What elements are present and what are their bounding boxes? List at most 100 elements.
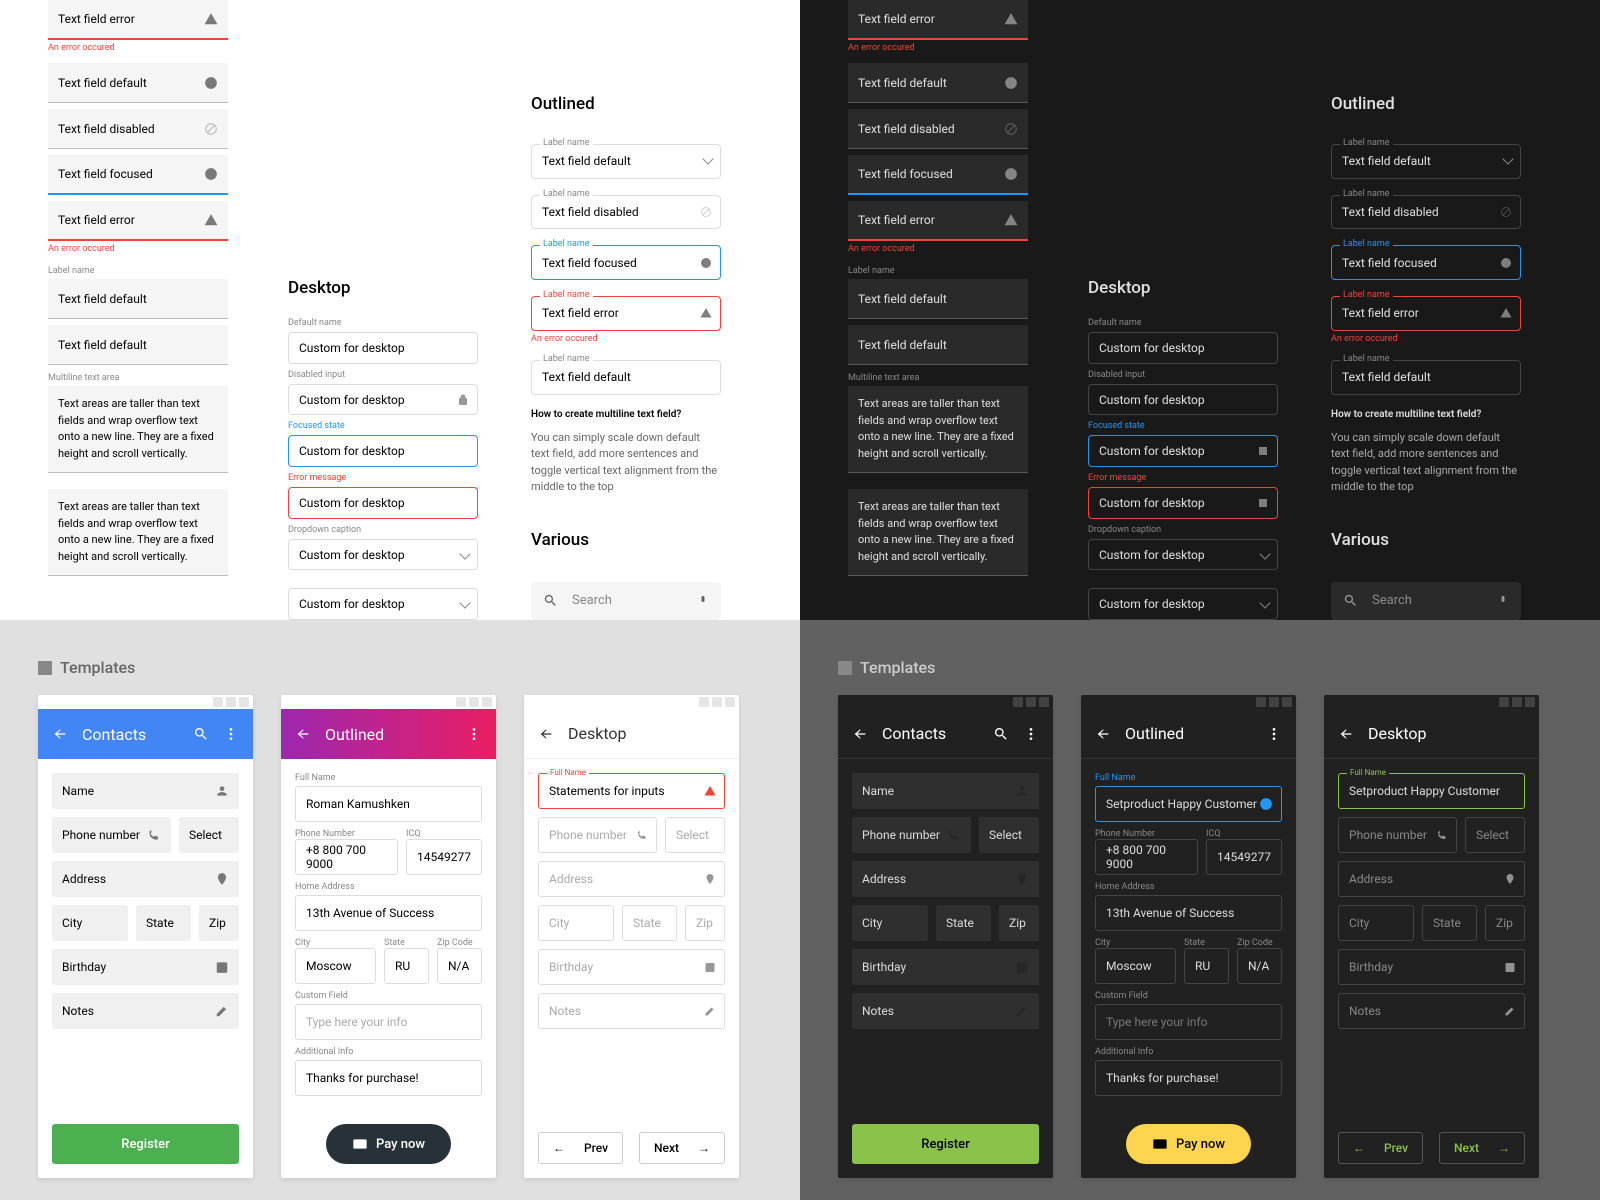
text-field-error[interactable]: Text field error: [48, 201, 228, 241]
desktop-dropdown[interactable]: Custom for desktop: [1088, 539, 1278, 571]
multiline-text-area[interactable]: Text areas are taller than text fields a…: [48, 386, 228, 473]
zip-input[interactable]: Zip: [199, 905, 239, 941]
arrow-back-icon[interactable]: [295, 726, 311, 742]
city-input[interactable]: City: [852, 905, 928, 941]
arrow-back-icon[interactable]: [1095, 726, 1111, 742]
clear-icon[interactable]: [1257, 445, 1269, 457]
text-field-error[interactable]: Text field error: [848, 0, 1028, 40]
paynow-button[interactable]: Pay now: [1126, 1124, 1251, 1164]
text-field-default[interactable]: Text field default: [48, 325, 228, 365]
icq-input[interactable]: 14549277: [1206, 839, 1282, 875]
address-input[interactable]: 13th Avenue of Success: [295, 895, 482, 931]
zip-input[interactable]: N/A: [1237, 948, 1282, 984]
multiline-text-area[interactable]: Text areas are taller than text fields a…: [48, 489, 228, 576]
icq-input[interactable]: 14549277: [406, 839, 482, 875]
more-vert-icon[interactable]: [223, 726, 239, 742]
next-button[interactable]: Next →: [639, 1132, 725, 1164]
city-input[interactable]: City: [538, 905, 614, 941]
outlined-field-default[interactable]: Label nameText field default: [1331, 144, 1521, 179]
outlined-field-focused[interactable]: Label nameText field focused: [1331, 245, 1521, 280]
register-button[interactable]: Register: [852, 1124, 1039, 1164]
clear-icon[interactable]: [700, 257, 712, 269]
multiline-text-area[interactable]: Text areas are taller than text fields a…: [848, 386, 1028, 473]
prev-button[interactable]: ← Prev: [1338, 1132, 1423, 1164]
outlined-field-default[interactable]: Label nameText field default: [531, 360, 721, 395]
clear-icon[interactable]: [204, 167, 218, 181]
city-input[interactable]: Moscow: [295, 948, 376, 984]
register-button[interactable]: Register: [52, 1124, 239, 1164]
desktop-input-focused[interactable]: Custom for desktop: [1088, 435, 1278, 467]
clear-icon[interactable]: [1500, 257, 1512, 269]
paynow-button[interactable]: Pay now: [326, 1124, 451, 1164]
phone-input[interactable]: +8 800 700 9000: [1095, 839, 1198, 875]
outlined-field-error[interactable]: Label nameText field error: [531, 296, 721, 331]
address-input[interactable]: Address: [852, 861, 1039, 897]
birthday-input[interactable]: Birthday: [1338, 949, 1525, 985]
more-vert-icon[interactable]: [1266, 726, 1282, 742]
fullname-input[interactable]: Full NameSetproduct Happy Customer: [1338, 773, 1525, 809]
phone-input[interactable]: Phone number: [852, 817, 971, 853]
address-input[interactable]: Address: [538, 861, 725, 897]
phone-input[interactable]: Phone number: [1338, 817, 1457, 853]
info-input[interactable]: Thanks for purchase!: [1095, 1060, 1282, 1096]
text-field-labeled[interactable]: Text field default: [48, 279, 228, 319]
zip-input[interactable]: Zip: [1485, 905, 1525, 941]
outlined-field-error[interactable]: Label nameText field error: [1331, 296, 1521, 331]
clear-icon[interactable]: [1004, 76, 1018, 90]
text-field-default[interactable]: Text field default: [848, 325, 1028, 365]
name-input[interactable]: Name: [52, 773, 239, 809]
custom-input[interactable]: Type here your info: [1095, 1004, 1282, 1040]
prev-button[interactable]: ← Prev: [538, 1132, 623, 1164]
select-dropdown[interactable]: Select: [1465, 817, 1525, 853]
arrow-back-icon[interactable]: [52, 726, 68, 742]
city-input[interactable]: City: [1338, 905, 1414, 941]
arrow-back-icon[interactable]: [538, 726, 554, 742]
phone-input[interactable]: Phone number: [538, 817, 657, 853]
search-bar[interactable]: Search: [531, 582, 721, 620]
text-field-labeled[interactable]: Text field default: [848, 279, 1028, 319]
fullname-input[interactable]: Roman Kamushken: [295, 786, 482, 822]
notes-input[interactable]: Notes: [852, 993, 1039, 1029]
fullname-input[interactable]: Full NameStatements for inputs: [538, 773, 725, 809]
select-dropdown[interactable]: Select: [979, 817, 1039, 853]
text-field-default[interactable]: Text field default: [848, 63, 1028, 103]
mic-icon[interactable]: [697, 594, 709, 608]
select-dropdown[interactable]: Select: [665, 817, 725, 853]
info-input[interactable]: Thanks for purchase!: [295, 1060, 482, 1096]
custom-input[interactable]: Type here your info: [295, 1004, 482, 1040]
clear-icon[interactable]: [1004, 167, 1018, 181]
desktop-dropdown[interactable]: Custom for desktop: [288, 539, 478, 571]
search-bar[interactable]: Search: [1331, 582, 1521, 620]
more-vert-icon[interactable]: [466, 726, 482, 742]
notes-input[interactable]: Notes: [538, 993, 725, 1029]
multiline-text-area[interactable]: Text areas are taller than text fields a…: [848, 489, 1028, 576]
zip-input[interactable]: Zip: [685, 905, 725, 941]
arrow-back-icon[interactable]: [1338, 726, 1354, 742]
city-input[interactable]: City: [52, 905, 128, 941]
outlined-field-default[interactable]: Label nameText field default: [531, 144, 721, 179]
more-vert-icon[interactable]: [1023, 726, 1039, 742]
arrow-back-icon[interactable]: [852, 726, 868, 742]
desktop-dropdown[interactable]: Custom for desktop: [288, 588, 478, 620]
outlined-field-default[interactable]: Label nameText field default: [1331, 360, 1521, 395]
search-icon[interactable]: [193, 726, 209, 742]
phone-input[interactable]: Phone number: [52, 817, 171, 853]
text-field-error[interactable]: Text field error: [848, 201, 1028, 241]
clear-icon[interactable]: [204, 76, 218, 90]
text-field-focused[interactable]: Text field focused: [848, 155, 1028, 195]
desktop-input-default[interactable]: Custom for desktop: [1088, 332, 1278, 364]
text-field-error[interactable]: Text field error: [48, 0, 228, 40]
clear-icon[interactable]: [1257, 497, 1269, 509]
zip-input[interactable]: N/A: [437, 948, 482, 984]
birthday-input[interactable]: Birthday: [538, 949, 725, 985]
state-dropdown[interactable]: State: [622, 905, 677, 941]
desktop-input-error[interactable]: Custom for desktop: [288, 487, 478, 519]
address-input[interactable]: 13th Avenue of Success: [1095, 895, 1282, 931]
birthday-input[interactable]: Birthday: [852, 949, 1039, 985]
name-input[interactable]: Name: [852, 773, 1039, 809]
city-input[interactable]: Moscow: [1095, 948, 1176, 984]
phone-input[interactable]: +8 800 700 9000: [295, 839, 398, 875]
birthday-input[interactable]: Birthday: [52, 949, 239, 985]
notes-input[interactable]: Notes: [52, 993, 239, 1029]
search-icon[interactable]: [993, 726, 1009, 742]
